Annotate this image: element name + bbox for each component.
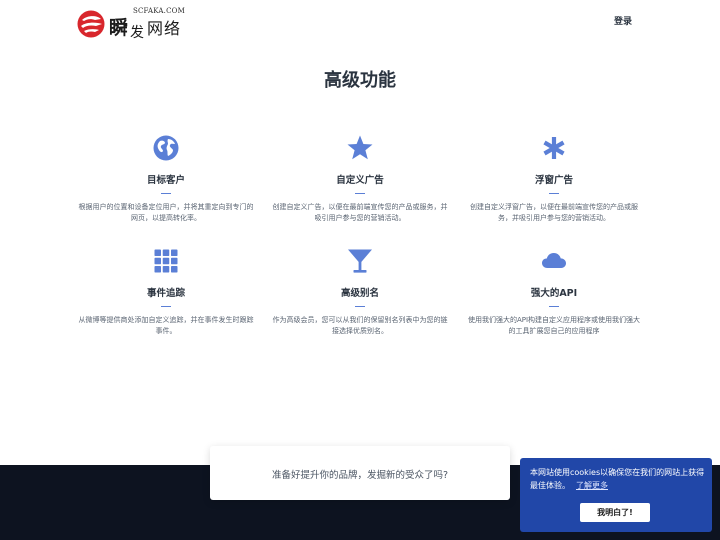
cocktail-icon [348, 249, 372, 273]
feature-divider [161, 193, 171, 194]
grid-icon [154, 249, 178, 273]
feature-title: 自定义广告 [336, 175, 384, 186]
logo-domain-text: SCFAKA.COM [133, 7, 185, 15]
features-title: 高级功能 [324, 70, 396, 91]
logo-name-part2: 发 [130, 25, 144, 41]
logo-name-part3: 网络 [147, 19, 182, 38]
cookie-consent-banner: 本网站使用cookies以确保您在我们的网站上获得最佳体验。 了解更多 我明白了! [520, 458, 712, 532]
feature-divider [355, 306, 365, 307]
logo-swirl-icon [77, 10, 105, 38]
feature-description: 作为高级会员，您可以从我们的保留别名列表中为您的链接选择优质别名。 [272, 316, 448, 335]
feature-description: 创建自定义广告，以便在最前端宣传您的产品或服务，并吸引用户参与您的营销活动。 [272, 203, 448, 222]
cookie-accept-button[interactable]: 我明白了! [580, 503, 650, 522]
cta-text: 准备好提升你的品牌，发掘新的受众了吗? [271, 470, 449, 481]
feature-title: 高级别名 [340, 288, 379, 299]
feature-description: 使用我们强大的API构建自定义应用程序或使用我们强大的工具扩展您自己的应用程序 [467, 316, 641, 335]
feature-title: 目标客户 [146, 175, 185, 186]
feature-target-customers: 目标客户 根据用户的位置和设备定位用户，并将其重定向到专门的网页，以提高转化率。 [76, 134, 256, 224]
feature-divider [549, 306, 559, 307]
feature-description: 从微博等提供商处添加自定义追踪，并在事件发生时跟踪事件。 [78, 316, 254, 335]
feature-description: 根据用户的位置和设备定位用户，并将其重定向到专门的网页，以提高转化率。 [78, 203, 254, 222]
feature-premium-alias: 高级别名 作为高级会员，您可以从我们的保留别名列表中为您的链接选择优质别名。 [270, 247, 450, 337]
feature-title: 浮窗广告 [534, 175, 573, 186]
site-header: SCFAKA.COM 瞬 发 网络 登录 [0, 0, 720, 44]
feature-powerful-api: 强大的API 使用我们强大的API构建自定义应用程序或使用我们强大的工具扩展您自… [464, 247, 644, 337]
feature-title: 强大的API [530, 288, 578, 299]
star-icon [347, 135, 373, 160]
feature-event-tracking: 事件追踪 从微博等提供商处添加自定义追踪，并在事件发生时跟踪事件。 [76, 247, 256, 337]
site-logo[interactable]: SCFAKA.COM 瞬 发 网络 [76, 6, 196, 41]
feature-title: 事件追踪 [146, 288, 185, 299]
feature-floating-ads: 浮窗广告 创建自定义浮窗广告，以便在最前端宣传您的产品或服务，并吸引用户参与您的… [464, 134, 644, 224]
cookie-learn-more-link[interactable]: 了解更多 [576, 481, 608, 490]
logo-name-part1: 瞬 [109, 17, 129, 39]
cookie-message-block: 本网站使用cookies以确保您在我们的网站上获得最佳体验。 了解更多 [530, 466, 706, 492]
asterisk-icon [543, 137, 565, 159]
feature-divider [549, 193, 559, 194]
feature-description: 创建自定义浮窗广告，以便在最前端宣传您的产品或服务，并吸引用户参与您的营销活动。 [470, 203, 638, 222]
cta-card: 准备好提升你的品牌，发掘新的受众了吗? [210, 446, 510, 500]
globe-icon [153, 135, 179, 161]
login-link[interactable]: 登录 [614, 14, 632, 27]
cookie-message: 本网站使用cookies以确保您在我们的网站上获得最佳体验。 [530, 468, 705, 490]
feature-divider [161, 306, 171, 307]
feature-divider [355, 193, 365, 194]
feature-custom-ads: 自定义广告 创建自定义广告，以便在最前端宣传您的产品或服务，并吸引用户参与您的营… [270, 134, 450, 224]
cloud-icon [542, 253, 566, 268]
